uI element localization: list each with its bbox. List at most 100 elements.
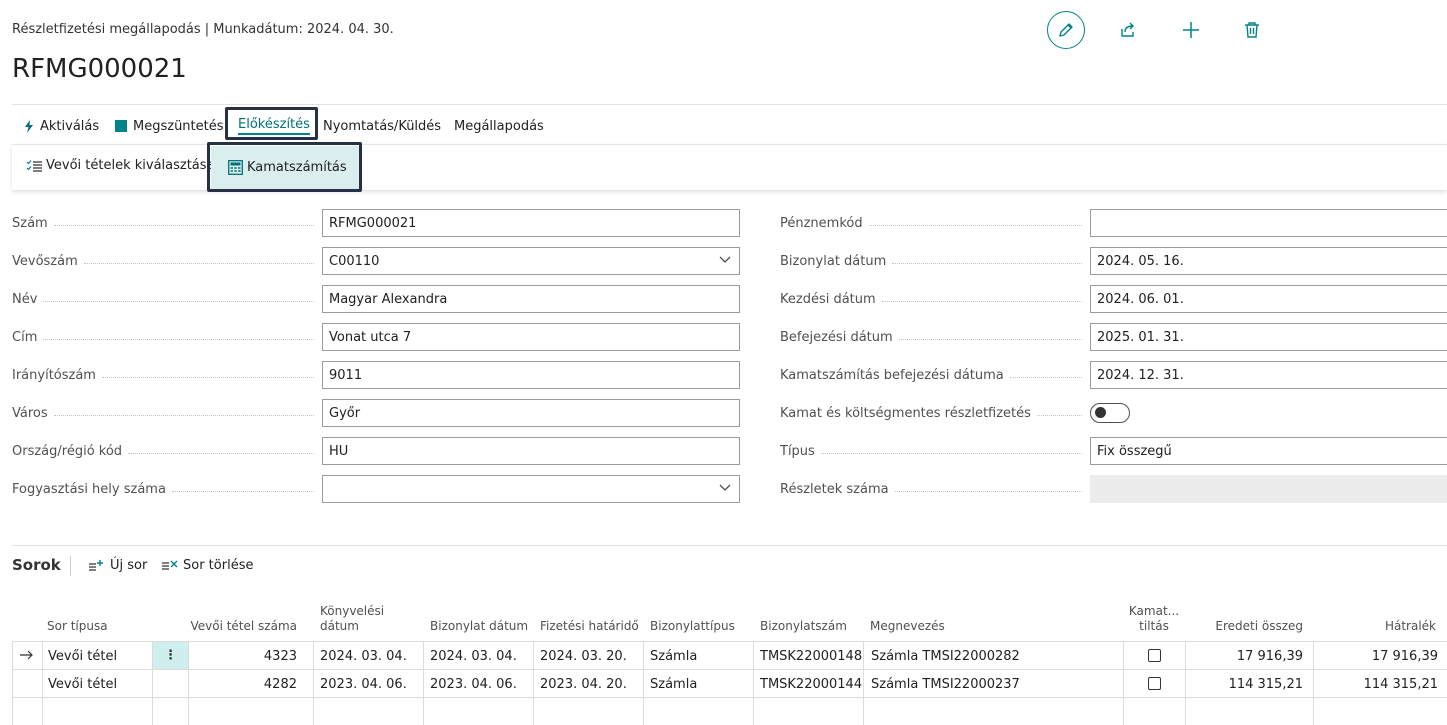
- action-megallapodas[interactable]: Megállapodás: [454, 116, 544, 136]
- row1-sor-tipusa[interactable]: Vevői tétel: [48, 642, 117, 670]
- szam-field[interactable]: RFMG000021: [322, 209, 740, 237]
- row2-bizonylattipus[interactable]: Számla: [650, 670, 697, 698]
- row2-vevoi-tetel-szama[interactable]: 4282: [190, 670, 297, 698]
- table-col-line: [1123, 641, 1124, 725]
- iranyitoszam-field[interactable]: 9011: [322, 361, 740, 389]
- row-actions-menu-icon[interactable]: ⋮: [153, 642, 188, 669]
- col-header-megnevezes[interactable]: Megnevezés: [870, 619, 945, 634]
- share-icon: [1121, 22, 1134, 37]
- col-header-sor-tipusa[interactable]: Sor típusa: [47, 619, 108, 634]
- row1-hatralek[interactable]: 17 916,39: [1320, 642, 1438, 670]
- field-label-nev: Név: [12, 285, 314, 313]
- table-col-line: [1313, 641, 1314, 725]
- table-col-line: [643, 641, 644, 725]
- chevron-down-icon: [719, 256, 731, 263]
- table-col-line: [42, 641, 43, 725]
- row2-sor-tipusa[interactable]: Vevői tétel: [48, 670, 117, 698]
- delete-line-icon: [162, 560, 178, 570]
- new-line-icon: [89, 559, 103, 571]
- delete-line-label: Sor törlése: [183, 558, 254, 573]
- penznemkod-field[interactable]: [1090, 209, 1447, 237]
- field-label-vevoszam: Vevőszám: [12, 247, 314, 275]
- new-line-button[interactable]: Új sor: [88, 558, 147, 573]
- action-nyomtatas-kuldes[interactable]: Nyomtatás/Küldés: [323, 116, 441, 136]
- action-megszuntetes[interactable]: Megszüntetés: [115, 116, 224, 136]
- bizonylat-datum-field[interactable]: 2024. 05. 16.: [1090, 247, 1447, 275]
- fogyasztasi-hely-field[interactable]: [322, 475, 740, 503]
- toggle-knob: [1095, 407, 1106, 418]
- col-header-hatralek[interactable]: Hátralék: [1320, 619, 1436, 634]
- field-label-tipus: Típus: [780, 437, 1082, 465]
- field-label-fogyasztasi-hely: Fogyasztási hely száma: [12, 475, 314, 503]
- row2-konyvelesi-datum[interactable]: 2023. 04. 06.: [320, 670, 407, 698]
- row1-fizetesi-hatarido[interactable]: 2024. 03. 20.: [540, 642, 627, 670]
- field-label-iranyitoszam: Irányítószám: [12, 361, 314, 389]
- pencil-icon: [1059, 23, 1073, 37]
- varos-field[interactable]: Győr: [322, 399, 740, 427]
- befejezesi-datum-field[interactable]: 2025. 01. 31.: [1090, 323, 1447, 351]
- col-header-eredeti-osszeg[interactable]: Eredeti összeg: [1190, 619, 1303, 634]
- tipus-field[interactable]: Fix összegű: [1090, 437, 1447, 465]
- col-header-kamat-tiltas[interactable]: Kamat... tiltás: [1124, 604, 1184, 634]
- col-header-bizonylatszam[interactable]: Bizonylatszám: [760, 619, 847, 634]
- row1-vevoi-tetel-szama[interactable]: 4323: [190, 642, 297, 670]
- lines-title: Sorok: [12, 556, 61, 574]
- col-header-bizonylattipus[interactable]: Bizonylattípus: [650, 619, 735, 634]
- table-col-line: [313, 641, 314, 725]
- row2-bizonylat-datum[interactable]: 2023. 04. 06.: [430, 670, 517, 698]
- share-button[interactable]: [1114, 16, 1142, 44]
- row2-megnevezes[interactable]: Számla TMSI22000237: [871, 670, 1020, 698]
- row2-fizetesi-hatarido[interactable]: 2023. 04. 20.: [540, 670, 627, 698]
- field-label-varos: Város: [12, 399, 314, 427]
- row1-kamat-tiltas-checkbox[interactable]: [1148, 649, 1161, 662]
- action-label: Nyomtatás/Küldés: [323, 118, 442, 134]
- row2-eredeti-osszeg[interactable]: 114 315,21: [1190, 670, 1303, 698]
- row1-eredeti-osszeg[interactable]: 17 916,39: [1190, 642, 1303, 670]
- table-col-line: [1185, 641, 1186, 725]
- row1-konyvelesi-datum[interactable]: 2024. 03. 04.: [320, 642, 407, 670]
- delete-line-button[interactable]: Sor törlése: [161, 558, 253, 573]
- row2-kamat-tiltas-checkbox[interactable]: [1148, 677, 1161, 690]
- current-row-arrow-icon: [20, 649, 34, 664]
- field-label-szam: Szám: [12, 209, 314, 237]
- row1-bizonylat-datum[interactable]: 2024. 03. 04.: [430, 642, 517, 670]
- chevron-down-icon: [719, 484, 731, 491]
- row1-megnevezes[interactable]: Számla TMSI22000282: [871, 642, 1020, 670]
- field-label-kamatszamitas-befejezesi: Kamatszámítás befejezési dátuma: [780, 361, 1082, 389]
- page-title: RFMG000021: [12, 54, 187, 84]
- table-col-line: [533, 641, 534, 725]
- action-aktivalas[interactable]: Aktiválás: [24, 116, 99, 136]
- lightning-icon: [25, 119, 33, 133]
- col-header-bizonylat-datum[interactable]: Bizonylat dátum: [430, 619, 528, 634]
- col-header-konyvelesi-datum[interactable]: Könyvelési dátum: [320, 604, 384, 634]
- vevoszam-field[interactable]: C00110: [322, 247, 740, 275]
- orszag-regio-field[interactable]: HU: [322, 437, 740, 465]
- subaction-vevoi-tetelek[interactable]: Vevői tételek kiválasztása: [26, 158, 215, 173]
- row1-bizonylatszam[interactable]: TMSK22000148: [760, 642, 862, 670]
- col-header-vevoi-tetel-szama[interactable]: Vevői tétel száma: [190, 619, 297, 634]
- col-header-fizetesi-hatarido[interactable]: Fizetési határidő: [540, 619, 639, 634]
- field-label-reszletek-szama: Részletek száma: [780, 475, 1082, 503]
- edit-button[interactable]: [1047, 11, 1085, 49]
- table-col-line: [423, 641, 424, 725]
- kezdesi-datum-field[interactable]: 2024. 06. 01.: [1090, 285, 1447, 313]
- col-header-line: Könyvelési: [320, 604, 385, 618]
- row2-hatralek[interactable]: 114 315,21: [1320, 670, 1438, 698]
- col-header-line: Kamat...: [1128, 604, 1180, 618]
- col-header-line: dátum: [320, 619, 359, 633]
- action-label: Megszüntetés: [133, 118, 224, 134]
- new-line-label: Új sor: [110, 558, 148, 573]
- row1-bizonylattipus[interactable]: Számla: [650, 642, 697, 670]
- kamatmentes-toggle[interactable]: [1090, 403, 1130, 423]
- field-label-cim: Cím: [12, 323, 314, 351]
- table-col-line: [188, 641, 189, 725]
- row2-bizonylatszam[interactable]: TMSK22000144: [760, 670, 862, 698]
- cim-field[interactable]: Vonat utca 7: [322, 323, 740, 351]
- nev-field[interactable]: Magyar Alexandra: [322, 285, 740, 313]
- subaction-label: Vevői tételek kiválasztása: [46, 158, 215, 173]
- delete-button[interactable]: [1238, 16, 1266, 44]
- new-button[interactable]: [1177, 16, 1205, 44]
- kamatszamitas-befejezesi-datum-field[interactable]: 2024. 12. 31.: [1090, 361, 1447, 389]
- highlight-frame-kamatszamitas: [207, 142, 362, 192]
- table-col-line: [863, 641, 864, 725]
